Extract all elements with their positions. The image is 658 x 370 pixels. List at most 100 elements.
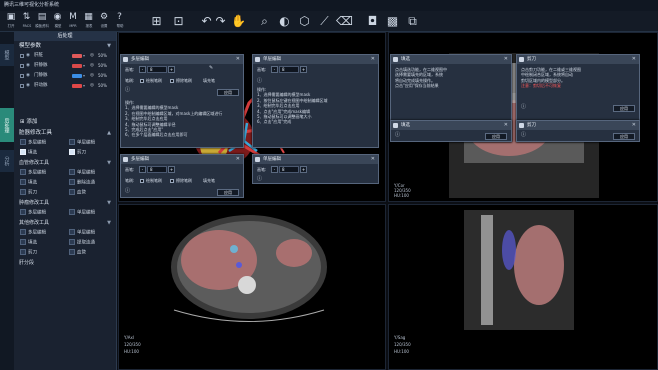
tab-postprocess[interactable]: 后处理 <box>0 108 14 142</box>
help-icon[interactable]: ⓘ <box>257 77 262 84</box>
tab-model[interactable]: 模型 <box>0 44 14 66</box>
increase-button[interactable]: + <box>168 66 175 73</box>
draw-brush-checkbox[interactable] <box>140 179 144 183</box>
view-sagittal[interactable]: Y/Sag 120/350 HU:100 <box>388 204 658 370</box>
vessel-tools-section[interactable]: 血管修改工具 ▼ <box>14 158 116 168</box>
tool-scissors[interactable]: 剪刀 <box>69 149 86 157</box>
tool-other-connect[interactable]: 提取连通 <box>69 239 95 247</box>
help-icon[interactable]: ⓘ <box>395 131 400 138</box>
eraser-icon[interactable]: ⌫ <box>336 13 353 30</box>
model-params-section[interactable]: 模型参数 ▼ <box>14 41 116 51</box>
measure-icon[interactable]: ⟋ <box>316 13 333 30</box>
tool-fill[interactable]: 填选 <box>20 149 37 157</box>
model-row[interactable]: ◉ 肝脏 ▾ ◎ 50% <box>14 51 116 61</box>
visibility-checkbox[interactable] <box>20 84 24 88</box>
pencil-icon[interactable]: ✎ <box>209 65 213 71</box>
color-swatch[interactable] <box>72 54 82 58</box>
tool-vessel-single[interactable]: 单层编辑 <box>69 169 95 177</box>
add-button[interactable]: ⊞ 添加 <box>14 117 116 128</box>
tool-vessel-grow[interactable]: 血管 <box>69 189 86 197</box>
apply-button[interactable]: 应用 <box>485 133 507 140</box>
increase-button[interactable]: + <box>168 166 175 173</box>
help-icon[interactable]: ⓘ <box>521 103 526 110</box>
color-swatch[interactable] <box>72 64 82 68</box>
decrease-button[interactable]: - <box>271 166 278 173</box>
chevron-down-icon[interactable]: ▾ <box>83 51 85 61</box>
eye-icon[interactable]: ◉ <box>26 61 30 71</box>
help-icon[interactable]: ⓘ <box>125 187 130 194</box>
organ-tools-section[interactable]: 脏器修改工具 ▲ <box>14 128 116 138</box>
tumor-tools-section[interactable]: 肿瘤修改工具 ▼ <box>14 198 116 208</box>
erase-brush-checkbox[interactable] <box>170 79 174 83</box>
camera-icon[interactable]: ◘ <box>364 13 381 30</box>
chevron-down-icon[interactable]: ▾ <box>83 71 85 81</box>
tool-vessel-fill[interactable]: 填选 <box>20 179 37 187</box>
tool-multi-edit[interactable]: 多层编辑 <box>20 139 46 147</box>
tool-other-scissors[interactable]: 剪刀 <box>20 249 37 257</box>
opacity-value[interactable]: 50% <box>98 71 107 81</box>
contrast-icon[interactable]: ◐ <box>276 13 293 30</box>
eye-icon[interactable]: ◉ <box>26 71 30 81</box>
help-icon[interactable]: ⓘ <box>257 175 262 182</box>
decrease-button[interactable]: - <box>139 166 146 173</box>
zoom-icon[interactable]: ⌕ <box>256 13 273 30</box>
tool-other-vessel[interactable]: 血管 <box>69 249 86 257</box>
close-icon[interactable]: ✕ <box>371 155 375 164</box>
visibility-checkbox[interactable] <box>20 64 24 68</box>
eye-icon[interactable]: ◉ <box>26 81 30 91</box>
brush-size-input[interactable]: 8 <box>279 166 299 173</box>
close-icon[interactable]: ✕ <box>236 55 240 64</box>
color-swatch[interactable] <box>72 74 82 78</box>
opacity-value[interactable]: 50% <box>98 81 107 91</box>
apply-button[interactable]: 应用 <box>217 89 239 96</box>
tool-vessel-connect[interactable]: 删除连通 <box>69 179 95 187</box>
tool-vessel-scissors[interactable]: 剪刀 <box>20 189 37 197</box>
close-icon[interactable]: ✕ <box>371 55 375 64</box>
close-icon[interactable]: ✕ <box>504 55 508 64</box>
help-icon[interactable]: ⓘ <box>125 86 130 93</box>
decrease-button[interactable]: - <box>271 66 278 73</box>
crosshair-icon[interactable]: ⊡ <box>170 13 187 30</box>
close-icon[interactable]: ✕ <box>236 155 240 164</box>
visibility-checkbox[interactable] <box>20 74 24 78</box>
apply-button[interactable]: 应用 <box>613 133 635 140</box>
tab-analysis[interactable]: 分析 <box>0 150 14 172</box>
tool-tumor-single[interactable]: 单层编辑 <box>69 209 95 217</box>
tool-other-fill[interactable]: 填选 <box>20 239 37 247</box>
chevron-down-icon[interactable]: ▾ <box>83 81 85 91</box>
draw-brush-checkbox[interactable] <box>140 79 144 83</box>
close-icon[interactable]: ✕ <box>504 121 508 130</box>
visibility-checkbox[interactable] <box>20 54 24 58</box>
increase-button[interactable]: + <box>300 166 307 173</box>
brush-size-input[interactable]: 8 <box>279 66 299 73</box>
color-swatch[interactable] <box>72 84 82 88</box>
model-row[interactable]: ◉ 肝静脉 ▾ ◎ 50% <box>14 61 116 71</box>
erase-brush-checkbox[interactable] <box>170 179 174 183</box>
redo-icon[interactable]: ↷ <box>212 13 229 30</box>
opacity-value[interactable]: 50% <box>98 51 107 61</box>
export-icon[interactable]: ⧉ <box>404 13 421 30</box>
tool-other-multi[interactable]: 多层编辑 <box>20 229 46 237</box>
increase-button[interactable]: + <box>300 66 307 73</box>
brush-size-input[interactable]: 8 <box>147 66 167 73</box>
cube-icon[interactable]: ⬡ <box>296 13 313 30</box>
model-row[interactable]: ◉ 肝动脉 ▾ ◎ 50% <box>14 81 116 91</box>
help-icon[interactable]: ⓘ <box>521 131 526 138</box>
tool-other-single[interactable]: 单层编辑 <box>69 229 95 237</box>
other-tools-section[interactable]: 其他修改工具 ▼ <box>14 218 116 228</box>
brush-size-input[interactable]: 8 <box>147 166 167 173</box>
apply-button[interactable]: 应用 <box>613 105 635 112</box>
close-icon[interactable]: ✕ <box>632 121 636 130</box>
decrease-button[interactable]: - <box>139 66 146 73</box>
apply-button[interactable]: 应用 <box>217 189 239 196</box>
view-axial[interactable]: Y/Axl 120/350 HU:100 <box>118 204 386 370</box>
tool-single-edit[interactable]: 单层编辑 <box>69 139 95 147</box>
opacity-value[interactable]: 50% <box>98 61 107 71</box>
liver-segment-section[interactable]: 肝分段 <box>14 258 116 268</box>
eye-icon[interactable]: ◉ <box>26 51 30 61</box>
pan-hand-icon[interactable]: ✋ <box>230 13 247 30</box>
chevron-down-icon[interactable]: ▾ <box>83 61 85 71</box>
layout-icon[interactable]: ⊞ <box>148 13 165 30</box>
tool-tumor-multi[interactable]: 多层编辑 <box>20 209 46 217</box>
tool-vessel-multi[interactable]: 多层编辑 <box>20 169 46 177</box>
